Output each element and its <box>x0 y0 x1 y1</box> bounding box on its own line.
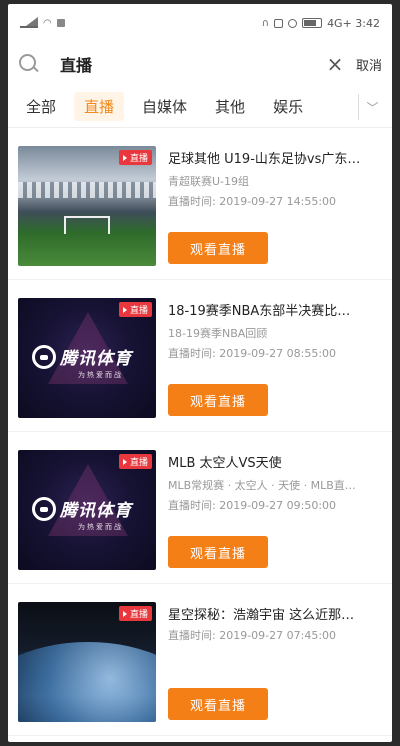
item-title[interactable]: MLB 太空人VS天使 <box>168 452 380 471</box>
tab-all[interactable]: 全部 <box>16 92 66 121</box>
live-badge: 直播 <box>118 606 152 621</box>
tab-entertainment[interactable]: 娱乐 <box>263 92 313 121</box>
result-list: 直播 足球其他 U19-山东足协vs广东… 青超联赛U-19组 直播时间: 20… <box>8 128 392 736</box>
status-right: ∩ 4G+ 3:42 <box>262 17 380 30</box>
badge-label: 直播 <box>129 306 148 316</box>
wifi-icon: ◠ <box>43 17 52 29</box>
item-info: 足球其他 U19-山东足协vs广东… 青超联赛U-19组 直播时间: 2019-… <box>156 146 380 279</box>
logo-subtext: 为热爱而战 <box>78 523 123 531</box>
item-subtitle: 青超联赛U-19组 <box>168 175 250 188</box>
live-badge: 直播 <box>118 150 152 165</box>
notification-icon <box>56 19 65 27</box>
tencent-sports-logo: 腾讯体育 为热爱而战 <box>32 344 132 379</box>
thumbnail-image[interactable]: 直播 <box>18 146 156 266</box>
list-item[interactable]: 腾讯体育 为热爱而战 直播 MLB 太空人VS天使 MLB常规赛 · 太空人 ·… <box>8 432 392 584</box>
item-title[interactable]: 星空探秘：浩瀚宇宙 这么近那… <box>168 604 380 623</box>
search-input[interactable]: 直播 <box>60 52 324 76</box>
tab-we-media[interactable]: 自媒体 <box>132 92 197 121</box>
item-time: 直播时间: 2019-09-27 09:50:00 <box>168 499 337 512</box>
item-title[interactable]: 18-19赛季NBA东部半决赛比… <box>168 300 380 319</box>
signal-icon <box>20 16 38 28</box>
search-icon[interactable] <box>18 53 40 75</box>
thumbnail-image[interactable]: 直播 <box>18 602 156 722</box>
status-left: ◠ <box>20 16 65 29</box>
play-icon <box>122 458 127 465</box>
item-subtitle: 18-19赛季NBA回顾 <box>168 327 268 340</box>
logo-subtext: 为热爱而战 <box>78 371 123 379</box>
category-tabs: 全部 直播 自媒体 其他 娱乐 ﹀ <box>8 86 392 128</box>
logo-text: 腾讯体育 <box>60 349 132 369</box>
watch-live-button[interactable]: 观看直播 <box>168 384 268 416</box>
badge-label: 直播 <box>129 610 148 620</box>
stadium-lights <box>18 182 156 198</box>
item-title[interactable]: 足球其他 U19-山东足协vs广东… <box>168 148 380 167</box>
battery-icon <box>302 18 323 28</box>
live-badge: 直播 <box>118 302 152 317</box>
thumbnail-image[interactable]: 腾讯体育 为热爱而战 直播 <box>18 450 156 570</box>
phone-screen: ◠ ∩ 4G+ 3:42 直播 × 取消 全部 直播 自媒体 其他 娱乐 ﹀ 直… <box>8 4 392 742</box>
tencent-logo-icon <box>32 344 56 369</box>
nfc-icon <box>274 18 284 28</box>
item-info: MLB 太空人VS天使 MLB常规赛 · 太空人 · 天使 · MLB直… 直播… <box>156 450 380 583</box>
watch-live-button[interactable]: 观看直播 <box>168 688 268 720</box>
item-time: 直播时间: 2019-09-27 14:55:00 <box>168 195 337 208</box>
thumbnail-image[interactable]: 腾讯体育 为热爱而战 直播 <box>18 298 156 418</box>
item-time: 直播时间: 2019-09-27 08:55:00 <box>168 347 337 360</box>
alarm-icon <box>288 18 298 28</box>
item-time: 直播时间: 2019-09-27 07:45:00 <box>168 629 337 642</box>
headset-icon: ∩ <box>261 17 270 29</box>
tencent-sports-logo: 腾讯体育 为热爱而战 <box>32 496 132 531</box>
watch-live-button[interactable]: 观看直播 <box>168 536 268 568</box>
badge-label: 直播 <box>129 154 148 164</box>
earth-image <box>18 642 156 722</box>
item-subtitle: MLB常规赛 · 太空人 · 天使 · MLB直… <box>168 479 356 492</box>
list-item[interactable]: 直播 星空探秘：浩瀚宇宙 这么近那… 直播时间: 2019-09-27 07:4… <box>8 584 392 736</box>
play-icon <box>122 306 127 313</box>
tab-live[interactable]: 直播 <box>74 92 125 121</box>
tencent-logo-icon <box>32 496 56 521</box>
list-item[interactable]: 直播 足球其他 U19-山东足协vs广东… 青超联赛U-19组 直播时间: 20… <box>8 128 392 280</box>
play-icon <box>122 154 127 161</box>
live-badge: 直播 <box>118 454 152 469</box>
play-icon <box>122 610 127 617</box>
clear-icon[interactable]: × <box>324 52 346 76</box>
badge-label: 直播 <box>129 458 148 468</box>
search-bar[interactable]: 直播 × 取消 <box>8 42 392 86</box>
goal-frame <box>64 216 110 234</box>
watch-live-button[interactable]: 观看直播 <box>168 232 268 264</box>
chevron-down-icon[interactable]: ﹀ <box>358 94 386 120</box>
cancel-button[interactable]: 取消 <box>356 55 382 74</box>
status-bar: ◠ ∩ 4G+ 3:42 <box>8 4 392 42</box>
list-item[interactable]: 腾讯体育 为热爱而战 直播 18-19赛季NBA东部半决赛比… 18-19赛季N… <box>8 280 392 432</box>
item-info: 18-19赛季NBA东部半决赛比… 18-19赛季NBA回顾 直播时间: 201… <box>156 298 380 431</box>
status-time: 4G+ 3:42 <box>327 16 380 30</box>
logo-text: 腾讯体育 <box>60 501 132 521</box>
item-info: 星空探秘：浩瀚宇宙 这么近那… 直播时间: 2019-09-27 07:45:0… <box>156 602 380 735</box>
tab-other[interactable]: 其他 <box>205 92 255 121</box>
